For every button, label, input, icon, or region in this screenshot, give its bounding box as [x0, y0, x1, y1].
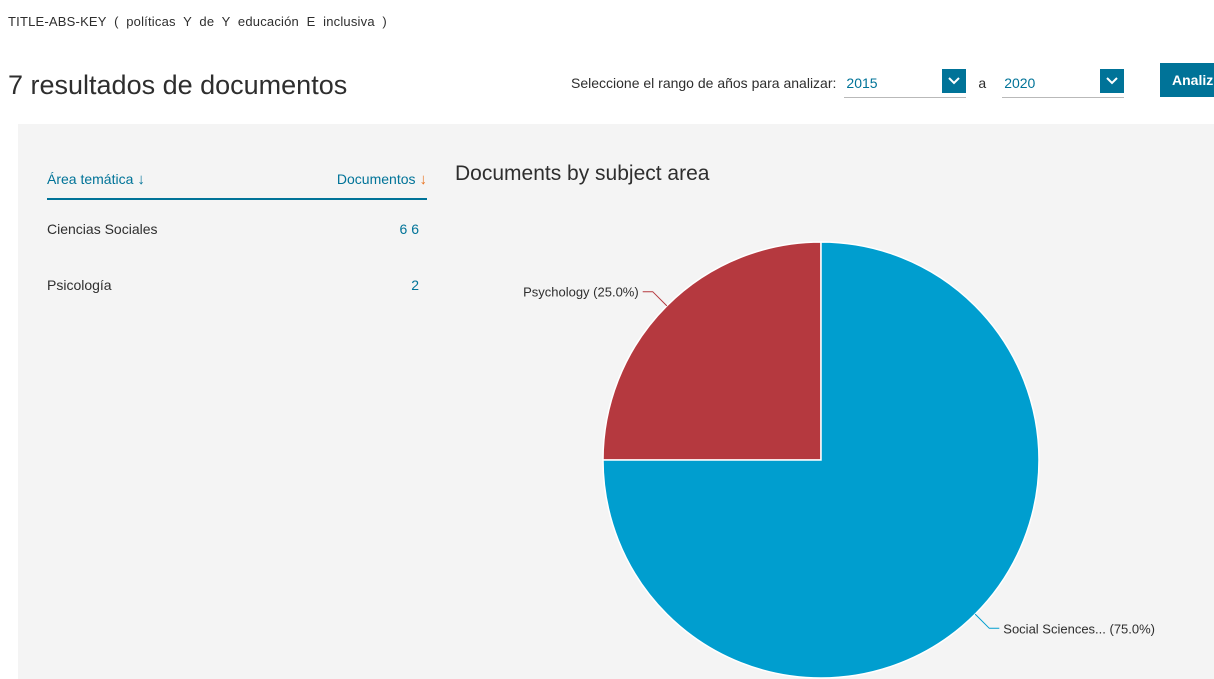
query-operator: Y: [183, 14, 192, 29]
query-term: de: [199, 14, 215, 29]
year-range-label: Seleccione el rango de años para analiza…: [571, 75, 837, 91]
query-term: inclusiva: [323, 14, 375, 29]
pie-chart: Psychology (25.0%) Social Sciences... (75…: [523, 241, 1155, 679]
query-term: educación: [237, 14, 299, 29]
query-field: TITLE-ABS-KEY: [8, 14, 107, 29]
chevron-down-icon[interactable]: [942, 68, 967, 93]
to-year-value: 2020: [1004, 74, 1036, 91]
pie-label-connector: [974, 613, 1000, 629]
results-title: 7 resultados de documentos: [8, 70, 348, 100]
from-year-select[interactable]: 2015: [844, 68, 967, 98]
pie-slice[interactable]: [602, 241, 822, 461]
query-operator: E: [306, 14, 316, 29]
query-close-paren: ): [382, 14, 387, 29]
year-range-selector: Seleccione el rango de años para analiza…: [571, 68, 1125, 98]
query-term: políticas: [126, 14, 176, 29]
query-operator: Y: [221, 14, 231, 29]
from-year-value: 2015: [846, 74, 878, 91]
pie-slice-label: Social Sciences... (75.0%): [1003, 621, 1155, 636]
query-open-paren: (: [114, 14, 119, 29]
to-year-select[interactable]: 2020: [1002, 68, 1125, 98]
search-query: TITLE-ABS-KEY ( políticas Y de Y educaci…: [8, 14, 387, 29]
chevron-down-icon[interactable]: [1100, 68, 1125, 93]
to-label: a: [978, 75, 987, 91]
pie-label-connector: [642, 291, 668, 307]
analyze-button[interactable]: Analiz: [1160, 63, 1214, 97]
pie-slice-label: Psychology (25.0%): [523, 285, 639, 300]
results-header: 7 resultados de documentos Seleccione el…: [0, 56, 1214, 124]
analysis-panel: Área temática ↓ Documentos ↓ Ciencias Soci…: [18, 124, 1214, 679]
